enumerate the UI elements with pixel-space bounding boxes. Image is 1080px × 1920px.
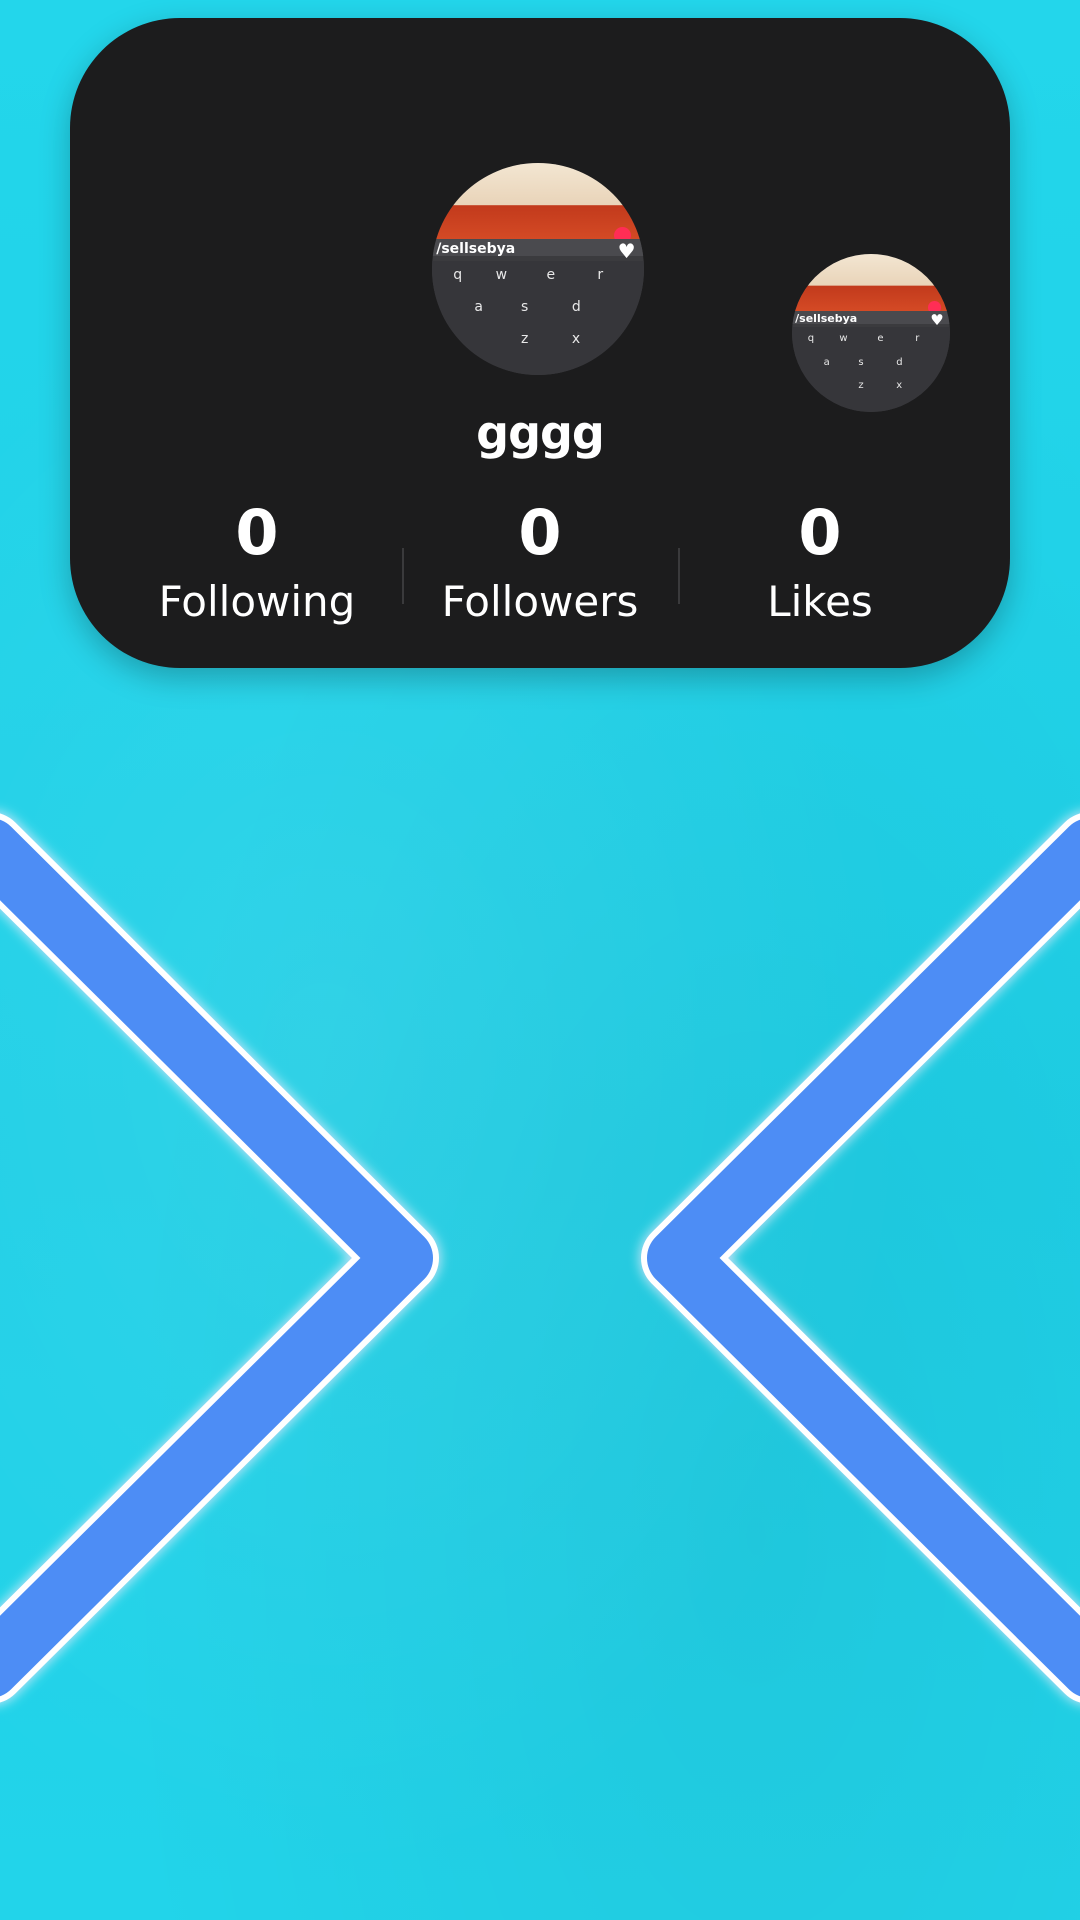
navigation-chevrons (0, 813, 1080, 1703)
chevron-left-icon[interactable] (0, 813, 439, 1703)
chevron-right-icon[interactable] (641, 813, 1080, 1703)
